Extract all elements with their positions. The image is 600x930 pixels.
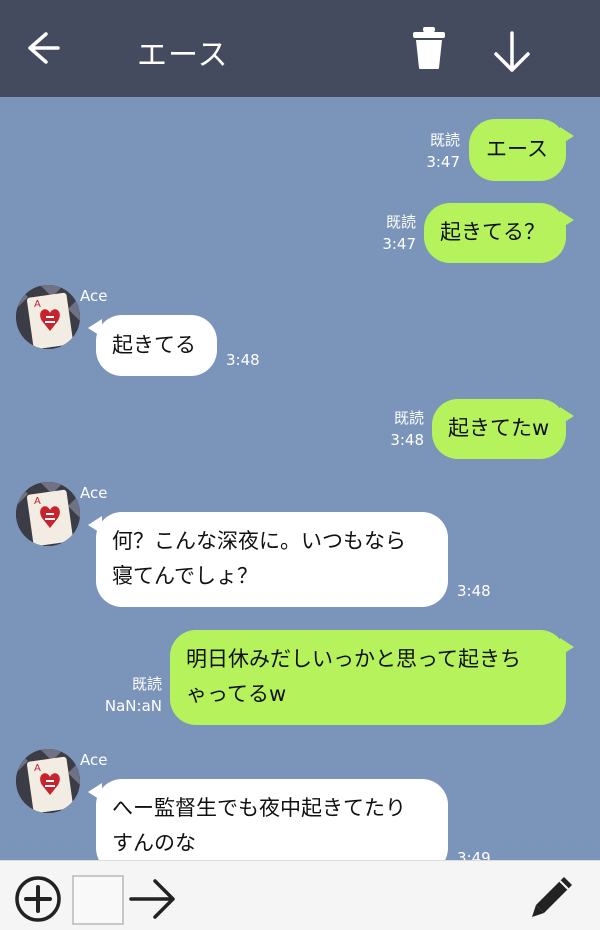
read-receipt: 既読	[429, 131, 460, 149]
arrow-left-icon[interactable]	[22, 28, 62, 68]
input-toolbar	[0, 860, 600, 930]
message-text-line: すんのな	[112, 831, 196, 855]
message-bubble[interactable]: 明日休みだしいっかと思って起きち ゃってるw	[170, 630, 566, 725]
plus-circle-icon[interactable]	[14, 875, 62, 923]
message-meta: 既読 3:47	[358, 211, 416, 255]
sender-name: Ace	[80, 751, 108, 769]
bubble-tail	[560, 211, 574, 229]
message-text: 起きてる？	[440, 220, 545, 244]
message-text-line: へー監督生でも夜中起きてたり	[112, 796, 406, 820]
message-text-line: 明日休みだしいっかと思って起きち	[186, 647, 521, 671]
message-row: 既読 3:47 エース	[0, 119, 600, 183]
message-bubble[interactable]: へー監督生でも夜中起きてたり すんのな	[96, 779, 448, 860]
sender-name: Ace	[80, 484, 108, 502]
message-input[interactable]	[72, 875, 124, 925]
svg-text:A: A	[34, 299, 41, 310]
arrow-down-icon[interactable]	[490, 30, 534, 74]
avatar[interactable]: A	[16, 285, 80, 349]
pencil-icon[interactable]	[528, 873, 576, 921]
message-bubble[interactable]: 起きてる	[96, 315, 217, 376]
message-text: 起きてたw	[448, 416, 550, 440]
message-row: A Ace 起きてる 3:48	[0, 285, 600, 381]
message-text: エース	[486, 137, 548, 161]
message-time: 3:49	[457, 849, 491, 860]
message-time: 3:47	[426, 153, 460, 171]
message-time: 3:48	[226, 351, 260, 369]
bubble-tail	[560, 638, 574, 656]
message-meta: 既読 3:47	[402, 129, 460, 173]
bubble-tail	[560, 127, 574, 145]
message-meta: 既読 3:48	[366, 407, 424, 451]
svg-text:A: A	[34, 763, 41, 774]
message-time: 3:48	[390, 431, 424, 449]
avatar[interactable]: A	[16, 749, 80, 813]
trash-icon[interactable]	[410, 26, 448, 70]
message-row: A Ace へー監督生でも夜中起きてたり すんのな 3:49	[0, 749, 600, 860]
message-time: 3:48	[457, 582, 491, 600]
message-row: 既読 3:47 起きてる？	[0, 203, 600, 267]
message-meta: 既読 NaN:aN	[96, 673, 162, 717]
message-text: 起きてる	[112, 333, 196, 357]
message-bubble[interactable]: 起きてる？	[424, 203, 566, 263]
message-bubble[interactable]: 起きてたw	[432, 399, 566, 459]
message-text-line: ゃってるw	[186, 682, 287, 706]
avatar[interactable]: A	[16, 482, 80, 546]
read-receipt: 既読	[385, 213, 416, 231]
message-row: A Ace 何？こんな深夜に。いつもなら 寝てんでしょ？ 3:48	[0, 482, 600, 612]
arrow-right-icon[interactable]	[128, 877, 178, 921]
read-receipt: 既読	[393, 409, 424, 427]
message-text-line: 寝てんでしょ？	[112, 564, 258, 588]
message-time: 3:47	[382, 235, 416, 253]
svg-text:A: A	[34, 496, 41, 507]
message-row: 既読 NaN:aN 明日休みだしいっかと思って起きち ゃってるw	[0, 630, 600, 730]
chat-area[interactable]: 既読 3:47 エース 既読 3:47 起きてる？ A Ace 起きてる 3:4…	[0, 97, 600, 860]
app-header: エース	[0, 0, 600, 97]
bubble-tail	[560, 407, 574, 425]
message-bubble[interactable]: 何？こんな深夜に。いつもなら 寝てんでしょ？	[96, 512, 448, 607]
message-row: 既読 3:48 起きてたw	[0, 399, 600, 463]
chat-title: エース	[137, 38, 229, 73]
sender-name: Ace	[80, 287, 108, 305]
message-time: NaN:aN	[104, 697, 162, 715]
read-receipt: 既読	[131, 675, 162, 693]
message-bubble[interactable]: エース	[469, 119, 566, 181]
message-text-line: 何？こんな深夜に。いつもなら	[112, 529, 406, 553]
